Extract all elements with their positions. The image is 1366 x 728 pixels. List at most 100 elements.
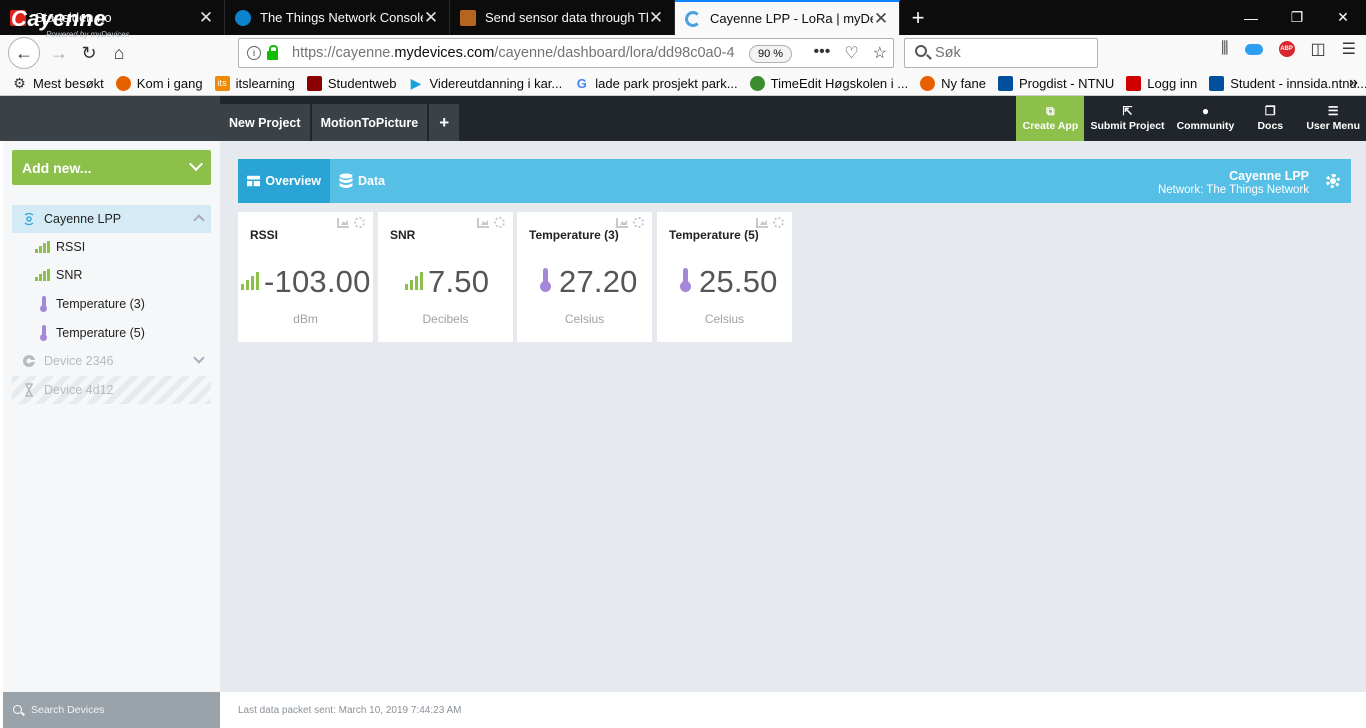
browser-tab-active[interactable]: Cayenne LPP - LoRa | myDevice ✕ xyxy=(675,0,900,35)
widget-actions xyxy=(756,216,784,228)
device-name: Device 2346 xyxy=(44,354,114,368)
lock-icon xyxy=(267,44,278,60)
restore-icon[interactable]: ❐ xyxy=(1274,0,1320,35)
hamburger-menu-icon[interactable]: ☰ xyxy=(1342,39,1356,59)
device-name: Cayenne LPP xyxy=(44,212,122,226)
adblock-icon[interactable]: ABP xyxy=(1278,41,1295,57)
widget-snr[interactable]: SNR 7.50 Decibels xyxy=(378,212,513,342)
page-actions-icon[interactable]: ••• xyxy=(814,43,831,63)
widget-temperature-5[interactable]: Temperature (5) 25.50 Celsius xyxy=(657,212,792,342)
signal-icon xyxy=(35,241,51,253)
forward-button[interactable]: → xyxy=(44,38,74,68)
chart-icon[interactable] xyxy=(756,218,768,228)
tab-data[interactable]: Data xyxy=(330,159,394,203)
gear-icon[interactable] xyxy=(633,217,644,228)
close-tab-icon[interactable]: ✕ xyxy=(423,8,439,28)
search-box[interactable]: Søk xyxy=(904,38,1098,68)
onedrive-icon[interactable] xyxy=(1244,43,1263,55)
bookmark-item[interactable]: Ny fane xyxy=(920,75,986,91)
submit-project-button[interactable]: ⇱ Submit Project xyxy=(1084,96,1170,141)
gear-icon[interactable] xyxy=(773,217,784,228)
tab-title: Send sensor data through The T xyxy=(485,10,648,25)
widget-rssi[interactable]: RSSI -103.00 dBm xyxy=(238,212,373,342)
chevron-down-icon[interactable] xyxy=(193,352,205,364)
more-bookmarks-icon[interactable]: » xyxy=(1349,74,1358,92)
new-tab-button[interactable]: + xyxy=(900,0,936,35)
cayenne-device-icon xyxy=(23,355,36,367)
search-placeholder: Søk xyxy=(935,45,961,61)
gear-icon[interactable] xyxy=(354,217,365,228)
ttn-favicon-icon xyxy=(235,9,251,26)
info-icon[interactable]: i xyxy=(247,46,261,60)
widget-title: RSSI xyxy=(250,228,279,242)
browser-tab[interactable]: The Things Network Console ✕ xyxy=(225,0,450,35)
community-button[interactable]: ● Community xyxy=(1171,96,1241,141)
widget-unit: Celsius xyxy=(564,312,605,326)
add-project-button[interactable]: + xyxy=(429,104,460,141)
zoom-badge[interactable]: 90 % xyxy=(749,45,793,63)
close-window-icon[interactable]: ✕ xyxy=(1320,0,1366,35)
docs-button[interactable]: ❐ Docs xyxy=(1240,96,1300,141)
sidebar-toggle-icon[interactable]: ◫ xyxy=(1311,39,1326,59)
add-new-button[interactable]: Add new... xyxy=(12,150,211,185)
device-4d12[interactable]: Device 4d12 xyxy=(12,376,211,404)
bookmark-item[interactable]: Kom i gang xyxy=(115,75,203,91)
bookmark-item[interactable]: its itslearning xyxy=(214,75,295,91)
project-tab-new-project[interactable]: New Project xyxy=(220,104,310,141)
channel-snr[interactable]: SNR xyxy=(12,261,211,289)
widget-unit: Decibels xyxy=(422,312,469,326)
pocket-icon[interactable]: ♡ xyxy=(844,43,858,63)
home-button[interactable]: ⌂ xyxy=(104,38,134,68)
channel-rssi[interactable]: RSSI xyxy=(12,233,211,261)
bookmark-item[interactable]: ⚙ Mest besøkt xyxy=(12,75,104,91)
bookmark-item[interactable]: Student - innsida.ntnu... xyxy=(1209,75,1366,91)
window-controls: — ❐ ✕ xyxy=(1228,0,1366,35)
settings-gear-icon[interactable] xyxy=(1326,174,1340,188)
flag-icon: ▶ xyxy=(410,74,422,91)
widget-actions xyxy=(477,216,505,228)
library-icon[interactable]: ⫼ xyxy=(1221,40,1228,58)
url-bar[interactable]: i https://cayenne.mydevices.com/cayenne/… xyxy=(238,38,894,68)
minimize-icon[interactable]: — xyxy=(1228,0,1274,35)
logo-panel xyxy=(0,96,220,141)
thermometer-icon xyxy=(40,296,47,312)
create-app-icon: ⧉ xyxy=(1046,104,1055,118)
chart-icon[interactable] xyxy=(337,218,349,228)
user-menu-button[interactable]: ☰ User Menu xyxy=(1300,96,1366,141)
bookmark-item[interactable]: ▶ Videreutdanning i kar... xyxy=(409,74,563,91)
create-app-button[interactable]: ⧉ Create App xyxy=(1016,96,1085,141)
chart-icon[interactable] xyxy=(477,218,489,228)
bookmark-star-icon[interactable]: ☆ xyxy=(873,43,887,63)
bookmark-item[interactable]: Logg inn xyxy=(1126,75,1197,91)
device-title: Cayenne LPP xyxy=(1229,169,1309,183)
widget-title: Temperature (3) xyxy=(529,228,619,242)
device-cayenne-lpp[interactable]: Cayenne LPP xyxy=(12,205,211,233)
bookmark-item[interactable]: Studentweb xyxy=(306,75,397,91)
search-devices-input[interactable]: Search Devices xyxy=(3,692,220,728)
menu-icon: ☰ xyxy=(1327,104,1339,118)
channel-temperature-3[interactable]: Temperature (3) xyxy=(12,290,211,318)
device-2346[interactable]: Device 2346 xyxy=(12,347,211,375)
browser-tab-strip: Startsiden.no ✕ The Things Network Conso… xyxy=(0,0,1366,35)
bookmark-item[interactable]: TimeEdit Høgskolen i ... xyxy=(749,75,908,91)
reload-button[interactable]: ↻ xyxy=(74,38,104,68)
widget-temperature-3[interactable]: Temperature (3) 27.20 Celsius xyxy=(517,212,652,342)
tab-overview[interactable]: Overview xyxy=(238,159,330,203)
close-tab-icon[interactable]: ✕ xyxy=(648,8,664,28)
back-button[interactable]: ← xyxy=(8,37,40,69)
channel-temperature-5[interactable]: Temperature (5) xyxy=(12,319,211,347)
gear-icon[interactable] xyxy=(494,217,505,228)
project-tab-motiontopicture[interactable]: MotionToPicture xyxy=(311,104,428,141)
chart-icon[interactable] xyxy=(616,218,628,228)
close-tab-icon[interactable]: ✕ xyxy=(873,9,889,29)
bookmarks-bar: ⚙ Mest besøkt Kom i gang its itslearning S… xyxy=(0,71,1366,96)
url-actions: ••• ♡ ☆ xyxy=(814,43,888,63)
chevron-up-icon[interactable] xyxy=(193,214,205,226)
browser-tab[interactable]: Send sensor data through The T ✕ xyxy=(450,0,675,35)
cayenne-logo[interactable]: Cayenne xyxy=(11,6,106,32)
bookmark-item[interactable]: Progdist - NTNU xyxy=(997,75,1114,91)
bookmark-item[interactable]: Glade park prosjekt park... xyxy=(574,76,738,91)
thermometer-icon xyxy=(40,325,47,341)
close-tab-icon[interactable]: ✕ xyxy=(198,8,214,28)
url-text: https://cayenne.mydevices.com/cayenne/da… xyxy=(292,45,735,61)
